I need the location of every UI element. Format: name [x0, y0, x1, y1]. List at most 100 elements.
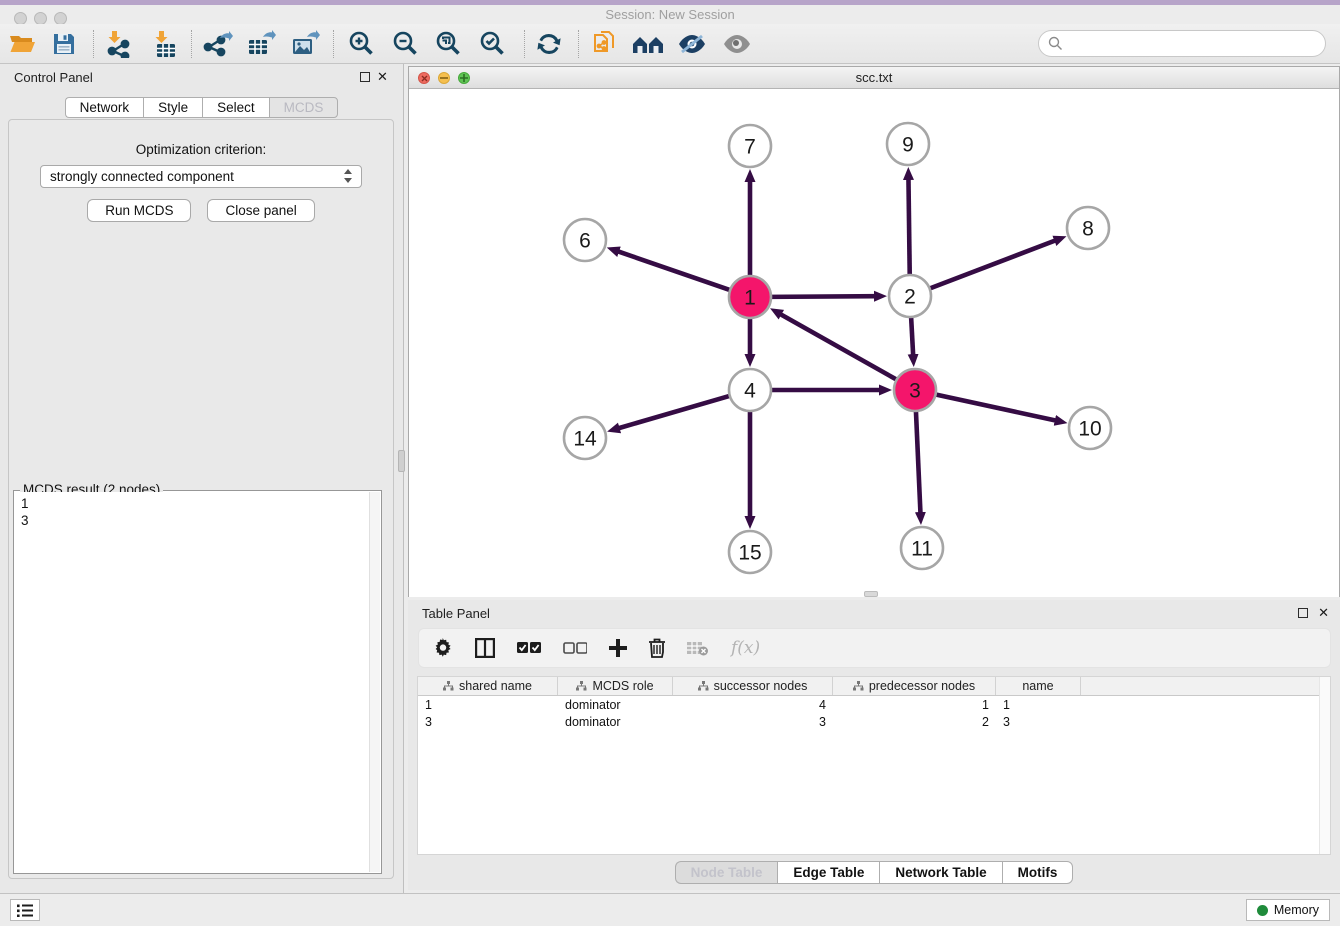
fx-icon: f(x) — [731, 638, 760, 658]
table-settings-button[interactable] — [433, 636, 453, 660]
window-title: Session: New Session — [0, 7, 1340, 22]
tab-node-table[interactable]: Node Table — [675, 861, 778, 884]
open-folder-icon — [8, 32, 36, 56]
function-builder-button[interactable]: f(x) — [731, 636, 760, 660]
table-toolbar: f(x) — [418, 628, 1331, 668]
column-type-icon — [698, 681, 709, 691]
graph-node-1[interactable]: 1 — [729, 276, 771, 318]
task-history-button[interactable] — [10, 899, 40, 921]
export-image-button[interactable] — [286, 27, 324, 61]
show-column-panel-button[interactable] — [475, 636, 495, 660]
eye-icon — [722, 33, 752, 55]
panel-splitter-handle[interactable] — [398, 450, 405, 472]
edge-2-9[interactable] — [908, 178, 909, 276]
edge-4-14[interactable] — [618, 396, 731, 429]
graph-node-8[interactable]: 8 — [1067, 207, 1109, 249]
memory-status-icon — [1257, 905, 1268, 916]
graph-node-10[interactable]: 10 — [1069, 407, 1111, 449]
list-icon — [17, 904, 33, 917]
status-bar: Memory — [0, 893, 1340, 926]
zoom-selected-icon — [479, 30, 507, 58]
optimization-criterion-select[interactable]: strongly connected component — [40, 165, 362, 188]
houses-button[interactable] — [629, 27, 667, 61]
delete-column-button[interactable] — [649, 636, 665, 660]
zoom-fit-button[interactable] — [430, 27, 468, 61]
edge-3-10[interactable] — [935, 394, 1057, 421]
import-network-icon — [104, 30, 132, 58]
edge-2-8[interactable] — [929, 240, 1057, 289]
unchecked-boxes-icon — [563, 642, 587, 655]
edge-1-2[interactable] — [770, 296, 876, 297]
create-column-button[interactable] — [609, 636, 627, 660]
column-header-shared-name[interactable]: shared name — [418, 677, 558, 695]
close-panel-icon[interactable]: ✕ — [377, 69, 388, 85]
toolbar-divider — [578, 30, 579, 58]
tab-mcds[interactable]: MCDS — [269, 97, 339, 118]
search-field[interactable] — [1038, 30, 1326, 57]
select-all-columns-button[interactable] — [517, 636, 541, 660]
close-table-panel-icon[interactable]: ✕ — [1318, 605, 1329, 621]
zoom-out-button[interactable] — [387, 27, 425, 61]
graph-node-11[interactable]: 11 — [901, 527, 943, 569]
unselect-all-columns-button[interactable] — [563, 636, 587, 660]
tab-network[interactable]: Network — [65, 97, 144, 118]
graph-node-14[interactable]: 14 — [564, 417, 606, 459]
float-table-panel-icon[interactable] — [1298, 608, 1308, 618]
node-label: 6 — [579, 230, 591, 253]
run-mcds-button[interactable]: Run MCDS — [87, 199, 191, 222]
mcds-result-list[interactable]: 1 3 — [15, 492, 369, 872]
graph-node-9[interactable]: 9 — [887, 123, 929, 165]
column-header-MCDS-role[interactable]: MCDS role — [558, 677, 673, 695]
import-table-button[interactable] — [146, 27, 184, 61]
save-session-button[interactable] — [45, 27, 83, 61]
table-row[interactable]: 3dominator323 — [418, 713, 1330, 730]
column-header-predecessor-nodes[interactable]: predecessor nodes — [833, 677, 996, 695]
control-panel: Control Panel ✕ Network Style Select MCD… — [0, 64, 404, 893]
zoom-selected-button[interactable] — [474, 27, 512, 61]
search-input[interactable] — [1068, 34, 1325, 54]
import-network-button[interactable] — [99, 27, 137, 61]
hide-selected-button[interactable] — [673, 27, 711, 61]
table-scrollbar[interactable] — [1319, 677, 1330, 854]
export-image-icon — [290, 30, 320, 58]
show-all-button[interactable] — [718, 27, 756, 61]
network-graph-canvas[interactable]: 1 2 3 4 6 7 8 9 10 11 14 15 — [409, 89, 1339, 597]
edge-1-6[interactable] — [617, 251, 731, 290]
graph-node-4[interactable]: 4 — [729, 369, 771, 411]
edge-2-3[interactable] — [911, 316, 913, 356]
column-header-name[interactable]: name — [996, 677, 1081, 695]
tab-edge-table[interactable]: Edge Table — [777, 861, 879, 884]
network-window-titlebar[interactable]: scc.txt — [409, 67, 1339, 89]
graph-node-3[interactable]: 3 — [894, 369, 936, 411]
graph-node-6[interactable]: 6 — [564, 219, 606, 261]
graph-node-15[interactable]: 15 — [729, 531, 771, 573]
table-cell: 1 — [418, 698, 558, 712]
clone-network-button[interactable] — [586, 27, 624, 61]
gear-icon — [433, 638, 453, 658]
delete-table-button[interactable] — [687, 636, 709, 660]
graph-node-2[interactable]: 2 — [889, 275, 931, 317]
tab-select[interactable]: Select — [202, 97, 269, 118]
tab-network-table[interactable]: Network Table — [879, 861, 1001, 884]
open-file-button[interactable] — [3, 27, 41, 61]
refresh-layout-button[interactable] — [530, 27, 568, 61]
table-cell: 2 — [833, 715, 996, 729]
float-panel-icon[interactable] — [360, 72, 370, 82]
window-resize-handle[interactable] — [864, 591, 878, 597]
table-row[interactable]: 1dominator411 — [418, 696, 1330, 713]
node-label: 2 — [904, 286, 916, 309]
export-table-button[interactable] — [242, 27, 280, 61]
graph-node-7[interactable]: 7 — [729, 125, 771, 167]
edge-3-11[interactable] — [916, 410, 921, 514]
zoom-in-button[interactable] — [343, 27, 381, 61]
memory-button[interactable]: Memory — [1246, 899, 1330, 921]
mcds-result-scrollbar[interactable] — [369, 492, 380, 872]
export-network-button[interactable] — [199, 27, 237, 61]
column-header-successor-nodes[interactable]: successor nodes — [673, 677, 833, 695]
main-toolbar — [0, 24, 1340, 64]
tab-style[interactable]: Style — [143, 97, 202, 118]
tab-motifs[interactable]: Motifs — [1002, 861, 1074, 884]
close-panel-button[interactable]: Close panel — [207, 199, 314, 222]
mcds-result-group: MCDS result (2 nodes) 1 3 — [13, 490, 382, 874]
edge-3-1[interactable] — [780, 314, 898, 380]
